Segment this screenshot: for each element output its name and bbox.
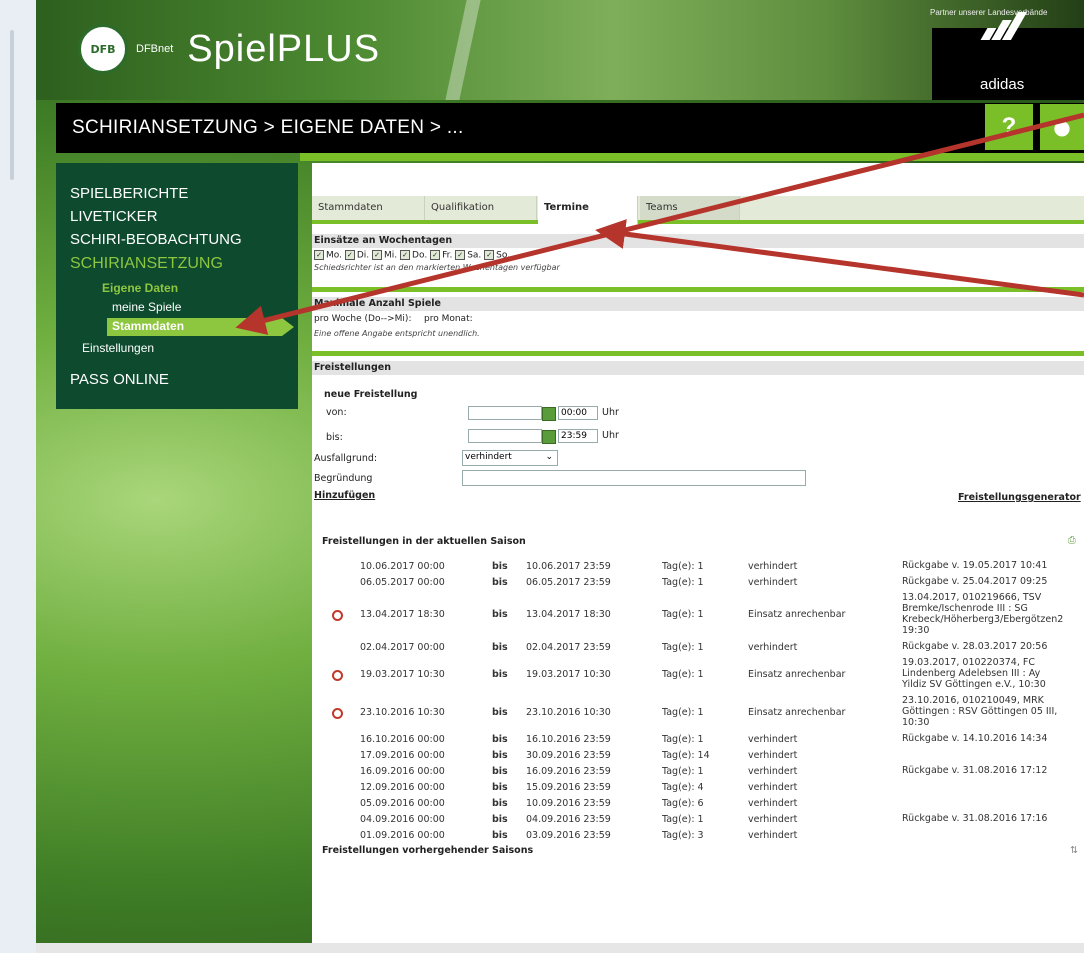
annotation-arrow [595,219,1084,298]
screenshot-frame: DFB DFBnet SpielPLUS Partner unserer Lan… [0,0,1084,953]
annotation-arrow [235,112,1084,335]
annotation-arrows [235,112,1084,335]
window-bottom [36,943,1084,953]
